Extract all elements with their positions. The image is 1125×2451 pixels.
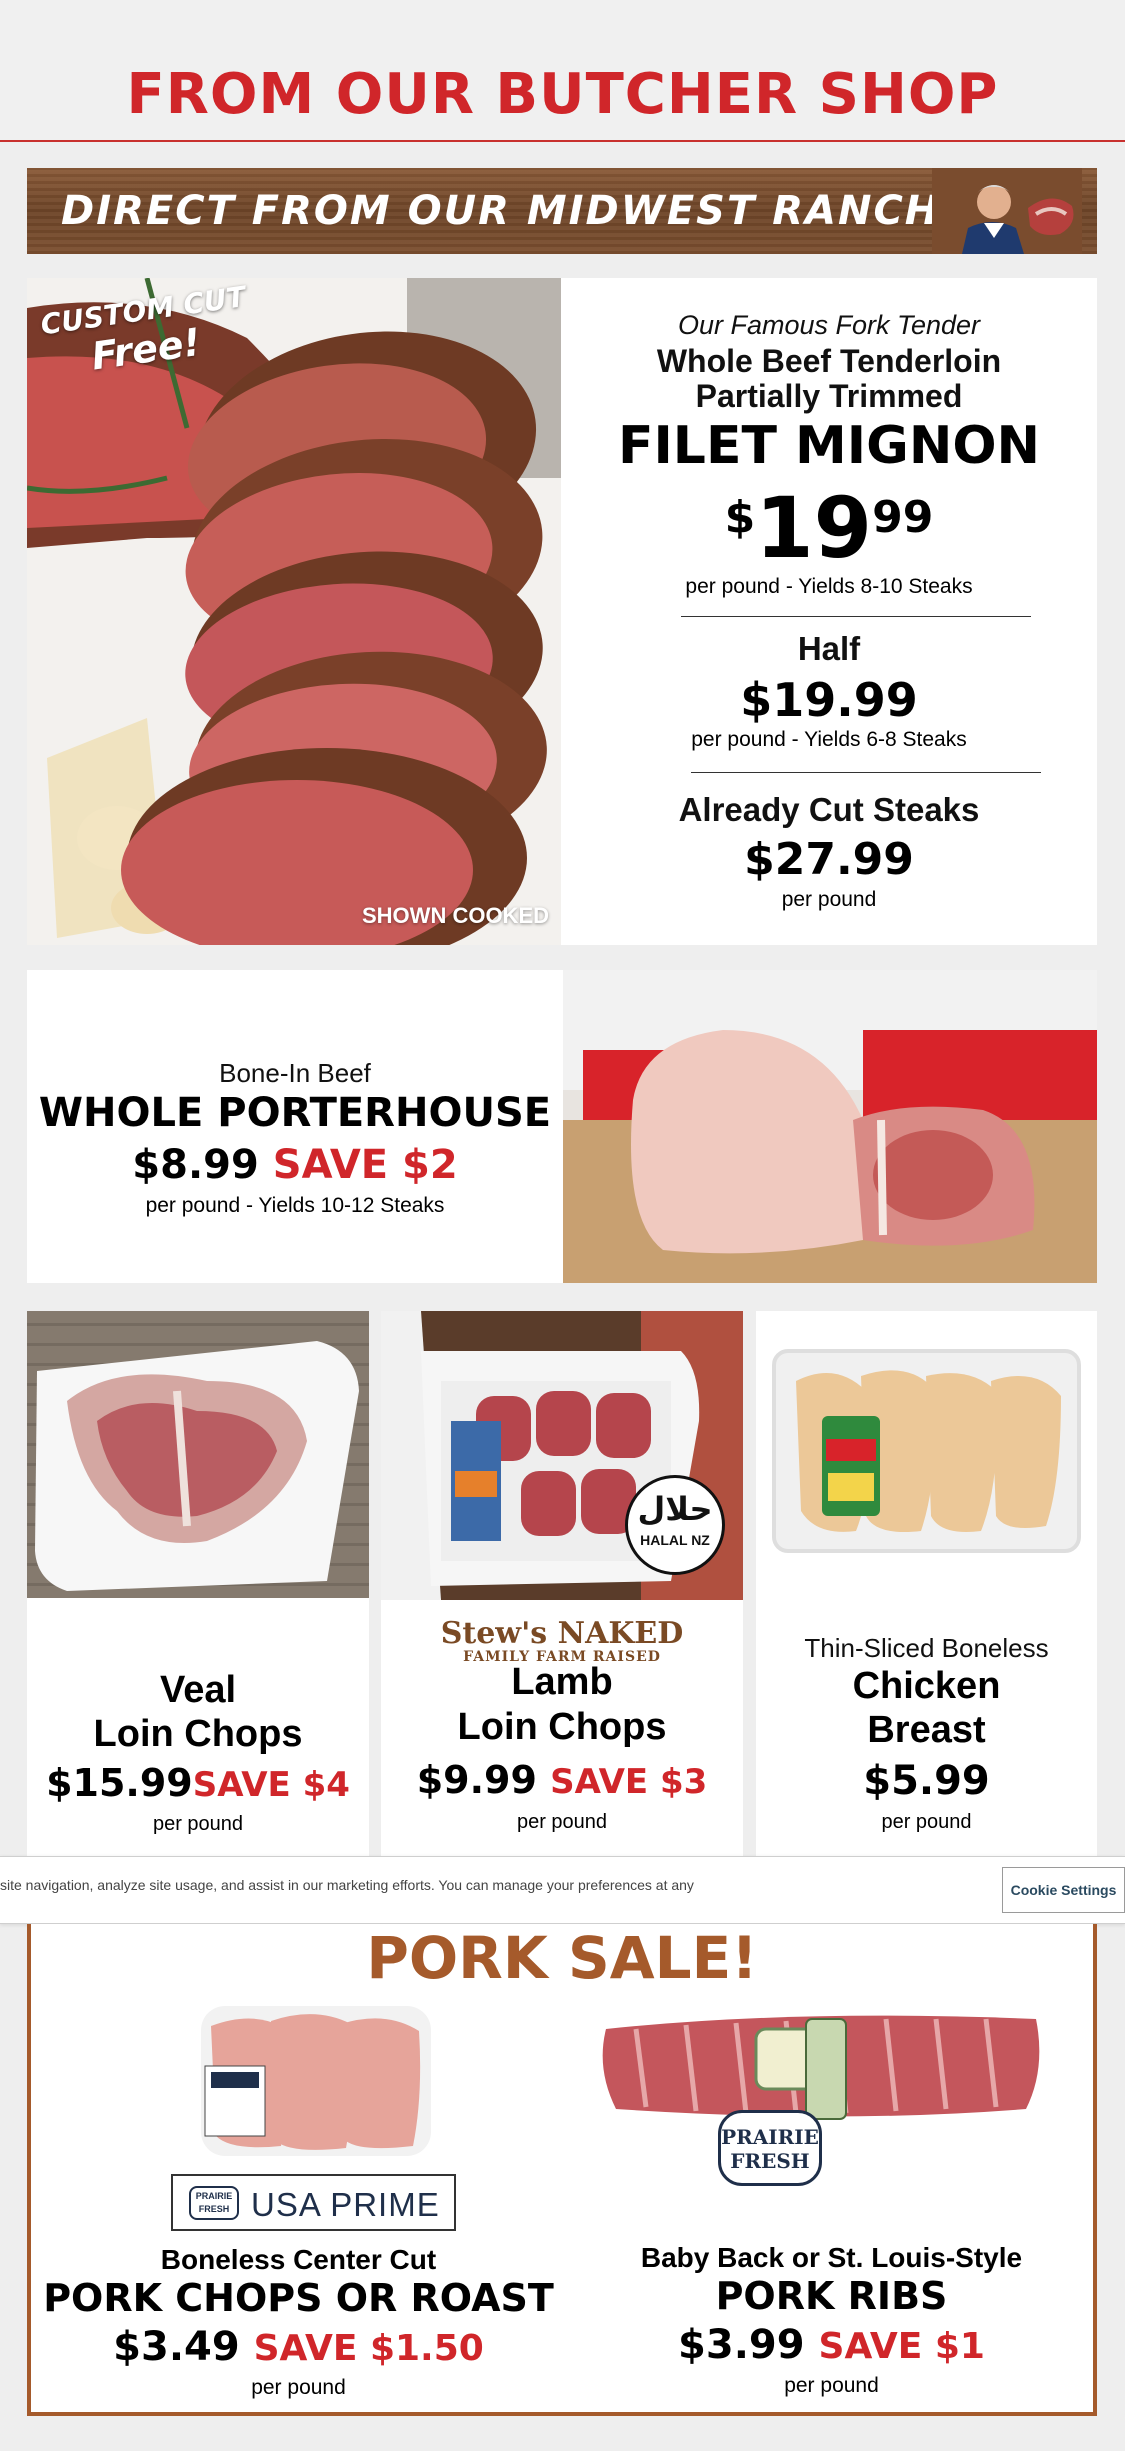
rancher-photo <box>932 168 1082 254</box>
halal-label: HALAL NZ <box>640 1532 710 1548</box>
filet-intro: Our Famous Fork Tender <box>677 310 981 340</box>
cut-steaks-price: $27.99 <box>744 834 914 885</box>
pork-ribs-offer[interactable]: PRAIRIE FRESH Baby Back or St. Louis-Sty… <box>566 1924 1097 2416</box>
lamb-line2: Loin Chops <box>457 1706 667 1748</box>
porterhouse-photo <box>563 970 1097 1283</box>
porterhouse-price: $8.99 <box>132 1142 259 1188</box>
cut-steaks-label: Already Cut Steaks <box>678 791 980 828</box>
chicken-line1: Chicken <box>852 1665 1001 1707</box>
pork-chops-price-line: $3.49 SAVE $1.50 <box>31 2324 566 2370</box>
halal-badge: حلال HALAL NZ <box>625 1475 725 1575</box>
chicken-photo <box>756 1311 1097 1598</box>
veal-note: per pound <box>152 1813 244 1835</box>
half-price: $19.99 <box>740 673 918 727</box>
ranchers-banner: DIRECT FROM OUR MIDWEST RANCHERS! <box>27 168 1097 254</box>
pork-ribs-subtitle: Baby Back or St. Louis-Style <box>640 2242 1023 2273</box>
pork-ribs-price: $3.99 <box>678 2322 805 2368</box>
filet-info-panel: Our Famous Fork Tender Whole Beef Tender… <box>561 278 1097 945</box>
lamb-line1: Lamb <box>511 1661 613 1703</box>
pork-chops-name: PORK CHOPS OR ROAST <box>43 2276 554 2320</box>
chicken-subtitle: Thin-Sliced Boneless <box>804 1633 1049 1663</box>
half-label: Half <box>797 630 861 667</box>
cookie-settings-button[interactable]: Cookie Settings <box>1002 1867 1125 1913</box>
lamb-photo: حلال HALAL NZ <box>381 1311 743 1600</box>
cut-steaks-note: per pound <box>781 888 877 911</box>
pork-chops-offer[interactable]: PRAIRIE FRESH USA PRIME Boneless Center … <box>31 1924 566 2416</box>
filet-price-whole: 19 <box>755 479 873 577</box>
veal-card[interactable]: Veal Loin Chops $15.99SAVE $4 per pound <box>27 1311 369 1856</box>
usa-prime-logo: PRAIRIE FRESH USA PRIME <box>171 2174 456 2231</box>
veal-save: SAVE $4 <box>192 1765 350 1805</box>
pork-ribs-price-line: $3.99 SAVE $1 <box>566 2322 1097 2368</box>
filet-price: $1999 <box>561 486 1097 570</box>
lamb-brand-logo: Stew's NAKED FAMILY FARM RAISED <box>381 1616 743 1665</box>
cookie-message: site navigation, analyze site usage, and… <box>0 1877 694 1893</box>
filet-title-line1: Whole Beef Tenderloin <box>656 343 1002 379</box>
porterhouse-subtitle: Bone-In Beef <box>219 1058 371 1088</box>
pork-chops-price: $3.49 <box>113 2324 240 2370</box>
banner-text: DIRECT FROM OUR MIDWEST RANCHERS! <box>61 188 1054 234</box>
tenderloin-illustration <box>27 278 561 945</box>
filet-price-dollar: $ <box>724 492 756 543</box>
porterhouse-card[interactable]: Bone-In Beef WHOLE PORTERHOUSE $8.99 SAV… <box>27 970 1097 1283</box>
veal-price: $15.99 <box>46 1761 193 1805</box>
half-note: per pound - Yields 6-8 Steaks <box>691 728 967 751</box>
lamb-brand-name: Stew's NAKED <box>440 1616 684 1651</box>
pork-chops-photo <box>191 1996 441 2166</box>
filet-price-note: per pound - Yields 8-10 Steaks <box>685 575 973 598</box>
porterhouse-info: Bone-In Beef WHOLE PORTERHOUSE $8.99 SAV… <box>27 970 563 1283</box>
lamb-price-line: $9.99 SAVE $3 <box>381 1758 743 1802</box>
pork-chops-subtitle: Boneless Center Cut <box>160 2244 437 2275</box>
weekly-ad-page: FROM OUR BUTCHER SHOP DIRECT FROM OUR MI… <box>0 0 1125 2451</box>
chicken-price: $5.99 <box>863 1758 990 1804</box>
porterhouse-save: SAVE $2 <box>272 1142 458 1188</box>
cookie-consent-bar: site navigation, analyze site usage, and… <box>0 1856 1125 1924</box>
lamb-price: $9.99 <box>416 1758 537 1802</box>
pork-ribs-save: SAVE $1 <box>818 2326 985 2367</box>
pork-sale-card[interactable]: PORK SALE! PRAIRIE FRESH USA PRIME Bonel… <box>27 1924 1097 2416</box>
porterhouse-note: per pound - Yields 10-12 Steaks <box>145 1194 445 1217</box>
lamb-save: SAVE $3 <box>550 1762 708 1802</box>
filet-mignon-card[interactable]: CUSTOM CUT Free! SHOWN COOKED Our Famous… <box>27 278 1097 945</box>
veal-price-line: $15.99SAVE $4 <box>27 1761 369 1805</box>
divider <box>681 616 1031 617</box>
chicken-card[interactable]: Thin-Sliced Boneless Chicken Breast $5.9… <box>756 1311 1097 1856</box>
porterhouse-name: WHOLE PORTERHOUSE <box>38 1090 552 1136</box>
usa-prime-text: USA PRIME <box>251 2186 440 2223</box>
porterhouse-price-line: $8.99 SAVE $2 <box>27 1142 563 1188</box>
pork-ribs-name: PORK RIBS <box>715 2274 948 2318</box>
prairie-fresh-badge: PRAIRIE FRESH <box>718 2110 822 2186</box>
halal-symbol: حلال <box>637 1490 713 1528</box>
pork-chops-note: per pound <box>251 2376 346 2399</box>
prairie-fresh-mini-logo: PRAIRIE FRESH <box>189 2186 239 2220</box>
lamb-card[interactable]: حلال HALAL NZ Stew's NAKED FAMILY FARM R… <box>381 1311 743 1856</box>
pork-ribs-note: per pound <box>784 2374 879 2397</box>
filet-price-cents: 99 <box>872 492 934 543</box>
filet-name: FILET MIGNON <box>617 416 1041 476</box>
pork-chops-save: SAVE $1.50 <box>253 2328 484 2369</box>
shown-cooked-label: SHOWN COOKED <box>362 903 549 928</box>
section-header: FROM OUR BUTCHER SHOP <box>0 0 1125 142</box>
veal-line1: Veal <box>159 1669 237 1711</box>
divider <box>691 772 1041 773</box>
filet-title-line2: Partially Trimmed <box>695 378 963 414</box>
veal-line2: Loin Chops <box>93 1713 303 1755</box>
chicken-line2: Breast <box>867 1709 986 1751</box>
veal-photo <box>27 1311 369 1598</box>
page-title: FROM OUR BUTCHER SHOP <box>126 62 999 127</box>
lamb-note: per pound <box>516 1811 608 1833</box>
tenderloin-photo: CUSTOM CUT Free! SHOWN COOKED <box>27 278 561 945</box>
chicken-note: per pound <box>881 1811 972 1833</box>
